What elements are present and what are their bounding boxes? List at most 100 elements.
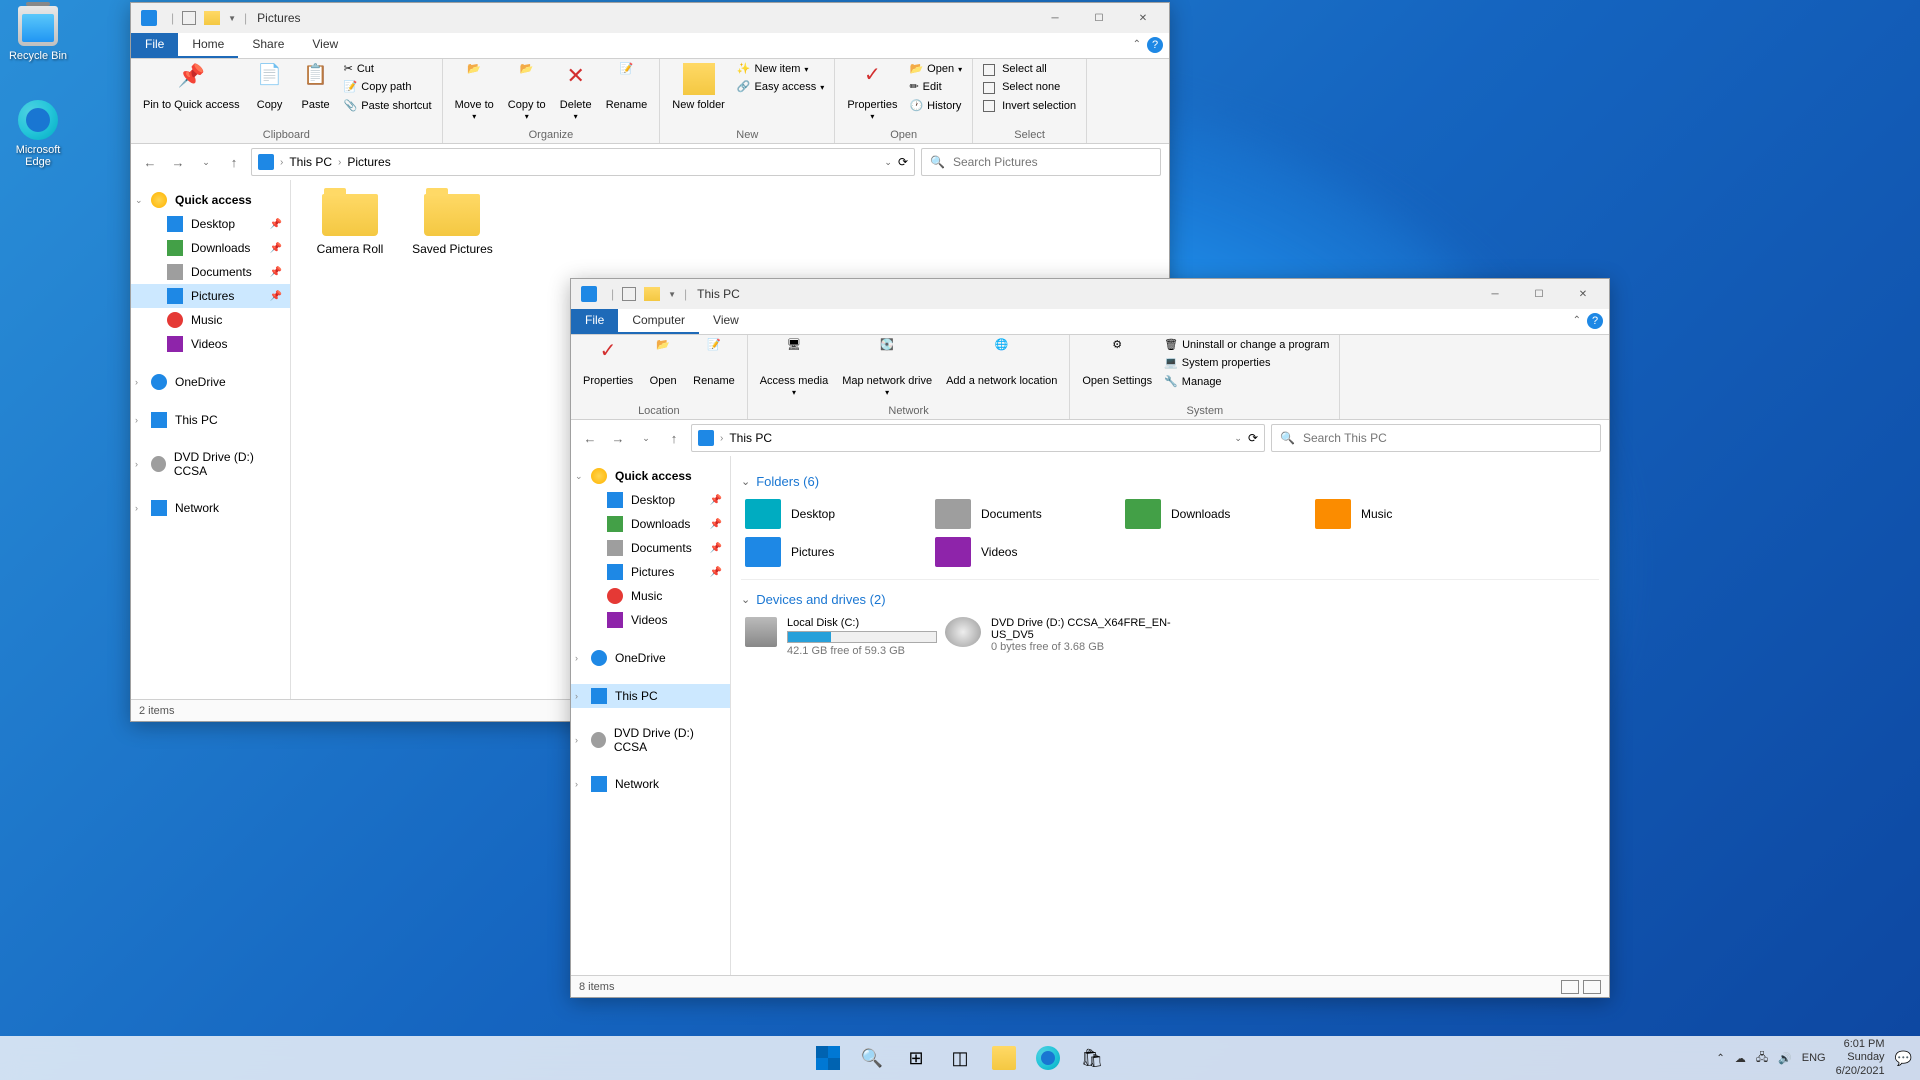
address-dropdown-icon[interactable]: ⌄ [1234, 433, 1242, 444]
sidebar-item-onedrive[interactable]: ›OneDrive [131, 370, 290, 394]
onedrive-tray-icon[interactable]: ☁ [1735, 1052, 1746, 1065]
qat-folder-icon[interactable] [204, 11, 220, 25]
sidebar-item-downloads[interactable]: Downloads📌 [131, 236, 290, 260]
language-indicator[interactable]: ENG [1802, 1052, 1826, 1064]
tab-view[interactable]: View [699, 309, 753, 334]
desktop-icon-recycle-bin[interactable]: Recycle Bin [6, 6, 70, 62]
view-details-button[interactable] [1561, 980, 1579, 994]
properties-button[interactable]: ✓Properties [577, 337, 639, 390]
network-tray-icon[interactable]: 🖧 [1756, 1049, 1768, 1068]
new-folder-button[interactable]: New folder [666, 61, 731, 114]
sidebar-item-desktop[interactable]: Desktop📌 [571, 488, 730, 512]
sidebar-item-videos[interactable]: Videos [571, 608, 730, 632]
paste-button[interactable]: 📋 Paste [294, 61, 338, 114]
tray-expand-button[interactable]: ⌃ [1716, 1053, 1724, 1064]
drive-dvd-d[interactable]: DVD Drive (D:) CCSA_X64FRE_EN-US_DV5 0 b… [941, 613, 1201, 661]
sidebar-item-onedrive[interactable]: ›OneDrive [571, 646, 730, 670]
sidebar-item-downloads[interactable]: Downloads📌 [571, 512, 730, 536]
search-box[interactable]: 🔍 [1271, 424, 1601, 452]
view-icons-button[interactable] [1583, 980, 1601, 994]
sidebar-item-desktop[interactable]: Desktop📌 [131, 212, 290, 236]
folder-downloads[interactable]: Downloads [1121, 495, 1311, 533]
folder-documents[interactable]: Documents [931, 495, 1121, 533]
edit-button[interactable]: ✏Edit [905, 79, 966, 96]
sidebar-item-videos[interactable]: Videos [131, 332, 290, 356]
titlebar[interactable]: | ▼ | This PC ─ ☐ ✕ [571, 279, 1609, 309]
open-settings-button[interactable]: ⚙Open Settings [1076, 337, 1158, 390]
sidebar-item-network[interactable]: ›Network [571, 772, 730, 796]
select-all-button[interactable]: Select all [979, 61, 1080, 78]
edge-button[interactable] [1029, 1039, 1067, 1077]
qat-save-icon[interactable] [622, 287, 636, 301]
history-button[interactable]: 🕐History [905, 98, 966, 115]
section-drives[interactable]: Devices and drives (2) [741, 592, 1599, 607]
ribbon-collapse-icon[interactable]: ⌃ [1133, 39, 1141, 50]
sidebar-item-dvd[interactable]: ›DVD Drive (D:) CCSA [571, 722, 730, 758]
close-button[interactable]: ✕ [1561, 279, 1605, 309]
rename-button[interactable]: 📝Rename [687, 337, 741, 390]
search-input[interactable] [953, 155, 1152, 169]
back-button[interactable]: ← [139, 151, 161, 173]
address-dropdown-icon[interactable]: ⌄ [884, 157, 892, 168]
forward-button[interactable]: → [607, 427, 629, 449]
forward-button[interactable]: → [167, 151, 189, 173]
refresh-button[interactable]: ⟳ [898, 155, 908, 169]
tab-home[interactable]: Home [178, 33, 238, 58]
manage-button[interactable]: 🔧Manage [1160, 374, 1333, 391]
titlebar[interactable]: | ▼ | Pictures ─ ☐ ✕ [131, 3, 1169, 33]
file-explorer-button[interactable] [985, 1039, 1023, 1077]
sidebar-item-documents[interactable]: Documents📌 [571, 536, 730, 560]
folder-pictures[interactable]: Pictures [741, 533, 931, 571]
folder-saved-pictures[interactable]: Saved Pictures [407, 194, 497, 256]
sidebar-quick-access[interactable]: ⌄Quick access [571, 464, 730, 488]
properties-button[interactable]: ✓Properties▾ [841, 61, 903, 124]
copy-path-button[interactable]: 📝Copy path [340, 79, 436, 96]
content-pane[interactable]: Folders (6) Desktop Documents Downloads … [731, 456, 1609, 975]
system-properties-button[interactable]: 💻System properties [1160, 355, 1333, 372]
back-button[interactable]: ← [579, 427, 601, 449]
paste-shortcut-button[interactable]: 📎Paste shortcut [340, 98, 436, 115]
select-none-button[interactable]: Select none [979, 79, 1080, 96]
up-button[interactable]: ↑ [663, 427, 685, 449]
widgets-button[interactable]: ◫ [941, 1039, 979, 1077]
sidebar-item-pictures[interactable]: Pictures📌 [571, 560, 730, 584]
task-view-button[interactable]: ⊞ [897, 1039, 935, 1077]
add-network-location-button[interactable]: 🌐Add a network location [940, 337, 1063, 390]
map-drive-button[interactable]: 💽Map network drive▾ [836, 337, 938, 400]
recent-dropdown[interactable]: ⌄ [195, 151, 217, 173]
refresh-button[interactable]: ⟳ [1248, 431, 1258, 445]
folder-desktop[interactable]: Desktop [741, 495, 931, 533]
drive-local-c[interactable]: Local Disk (C:) 42.1 GB free of 59.3 GB [741, 613, 941, 661]
breadcrumb-leaf[interactable]: Pictures [347, 155, 390, 169]
clock[interactable]: 6:01 PM Sunday 6/20/2021 [1836, 1038, 1885, 1078]
sidebar-item-music[interactable]: Music [571, 584, 730, 608]
sidebar-item-this-pc[interactable]: ›This PC [571, 684, 730, 708]
new-item-button[interactable]: ✨New item ▾ [733, 61, 828, 78]
recent-dropdown[interactable]: ⌄ [635, 427, 657, 449]
sidebar-item-network[interactable]: ›Network [131, 496, 290, 520]
pin-to-quick-access-button[interactable]: 📌 Pin to Quick access [137, 61, 246, 114]
minimize-button[interactable]: ─ [1033, 3, 1077, 33]
sidebar-item-dvd[interactable]: ›DVD Drive (D:) CCSA [131, 446, 290, 482]
store-button[interactable]: 🛍 [1073, 1039, 1111, 1077]
copy-button[interactable]: 📄 Copy [248, 61, 292, 114]
sidebar-item-music[interactable]: Music [131, 308, 290, 332]
tab-share[interactable]: Share [238, 33, 298, 58]
move-to-button[interactable]: 📂Move to▾ [449, 61, 500, 124]
cut-button[interactable]: ✂Cut [340, 61, 436, 78]
delete-button[interactable]: ✕Delete▾ [554, 61, 598, 124]
minimize-button[interactable]: ─ [1473, 279, 1517, 309]
close-button[interactable]: ✕ [1121, 3, 1165, 33]
rename-button[interactable]: 📝Rename [600, 61, 654, 114]
folder-music[interactable]: Music [1311, 495, 1501, 533]
notifications-button[interactable]: 💬 [1895, 1050, 1912, 1067]
desktop-icon-edge[interactable]: Microsoft Edge [6, 100, 70, 168]
uninstall-button[interactable]: 🗑Uninstall or change a program [1160, 337, 1333, 354]
copy-to-button[interactable]: 📂Copy to▾ [502, 61, 552, 124]
access-media-button[interactable]: 🖥Access media▾ [754, 337, 834, 400]
open-button[interactable]: 📂Open ▾ [905, 61, 966, 78]
search-button[interactable]: 🔍 [853, 1039, 891, 1077]
help-icon[interactable]: ? [1587, 313, 1603, 329]
sidebar-item-documents[interactable]: Documents📌 [131, 260, 290, 284]
help-icon[interactable]: ? [1147, 37, 1163, 53]
